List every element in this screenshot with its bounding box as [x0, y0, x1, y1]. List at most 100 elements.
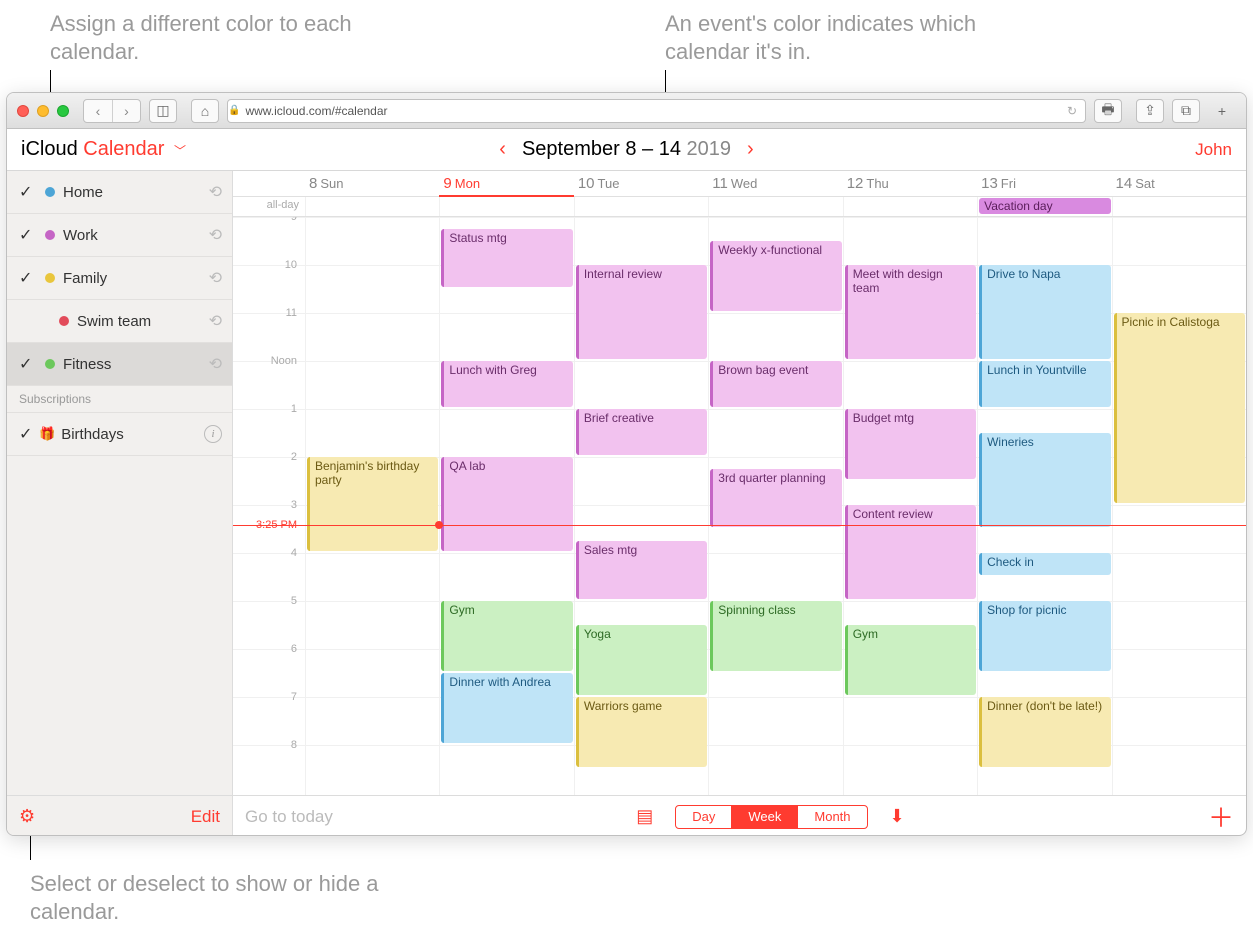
calendar-event[interactable]: Dinner (don't be late!) [979, 697, 1110, 767]
zoom-window-button[interactable] [57, 105, 69, 117]
share-icon[interactable]: ⟲ [209, 268, 222, 288]
calendar-event[interactable]: QA lab [441, 457, 572, 551]
next-week-button[interactable]: › [747, 138, 754, 161]
allday-event[interactable]: Vacation day [979, 198, 1110, 214]
day-header[interactable]: 11 Wed [708, 171, 842, 196]
calendar-event[interactable]: Brown bag event [710, 361, 841, 407]
tabs-button[interactable]: ⧉ [1172, 99, 1200, 123]
back-button[interactable]: ‹ [84, 100, 112, 122]
gear-icon[interactable]: ⚙ [19, 806, 35, 827]
calendar-event[interactable]: Warriors game [576, 697, 707, 767]
allday-cell[interactable]: Vacation day [977, 197, 1111, 216]
calendar-event[interactable]: Lunch in Yountville [979, 361, 1110, 407]
sidebar-calendar-item[interactable]: ✓ Work ⟲ [7, 214, 232, 257]
calendar-event[interactable]: Spinning class [710, 601, 841, 671]
day-header[interactable]: 14 Sat [1112, 171, 1246, 196]
app-title[interactable]: iCloud Calendar ﹀ [21, 138, 186, 161]
hour-label: 4 [233, 547, 305, 559]
day-header[interactable]: 9 Mon [439, 171, 573, 197]
calendar-color-dot [59, 316, 69, 326]
reload-icon[interactable]: ↻ [1067, 104, 1085, 118]
share-button[interactable]: ⇪ [1136, 99, 1164, 123]
view-month[interactable]: Month [797, 806, 866, 828]
calendar-event[interactable]: Budget mtg [845, 409, 976, 479]
calendar-event[interactable]: Sales mtg [576, 541, 707, 599]
calendar-checkbox[interactable]: ✓ [19, 225, 37, 245]
calendar-event[interactable]: Weekly x-functional [710, 241, 841, 311]
gift-icon: 🎁 [39, 426, 55, 442]
calendar-event[interactable]: Brief creative [576, 409, 707, 455]
calendar-event[interactable]: Lunch with Greg [441, 361, 572, 407]
calendar-event[interactable]: Wineries [979, 433, 1110, 527]
allday-cell[interactable] [1112, 197, 1246, 216]
view-week[interactable]: Week [731, 806, 797, 828]
calendar-event[interactable]: Yoga [576, 625, 707, 695]
share-icon[interactable]: ⟲ [209, 311, 222, 331]
calendar-event[interactable]: Picnic in Calistoga [1114, 313, 1245, 503]
sidebar-subscription-item[interactable]: ✓ 🎁 Birthdays i [7, 413, 232, 456]
calendar-event[interactable]: Shop for picnic [979, 601, 1110, 671]
calendar-event[interactable]: Internal review [576, 265, 707, 359]
day-column[interactable]: Benjamin's birthday party [305, 217, 439, 795]
day-column[interactable]: Internal review Brief creative Sales mtg Yo… [574, 217, 708, 795]
calendar-event[interactable]: Content review [845, 505, 976, 599]
calendar-event[interactable]: 3rd quarter planning [710, 469, 841, 527]
sidebar-toggle-button[interactable]: ◫ [149, 99, 177, 123]
calendar-event[interactable]: Meet with design team [845, 265, 976, 359]
callout-top-right: An event's color indicates which calenda… [665, 10, 1005, 66]
day-column[interactable]: Weekly x-functional Brown bag event 3rd qu… [708, 217, 842, 795]
sidebar-calendar-item[interactable]: ✓ Family ⟲ [7, 257, 232, 300]
day-column[interactable]: Meet with design team Budget mtg Content r… [843, 217, 977, 795]
sidebar-calendar-item[interactable]: Swim team ⟲ [7, 300, 232, 343]
share-icon[interactable]: ⟲ [209, 354, 222, 374]
calendar-event[interactable]: Benjamin's birthday party [307, 457, 438, 551]
calendar-event[interactable]: Status mtg [441, 229, 572, 287]
hour-grid[interactable]: 91011Noon12345678 Benjamin's birthday pa… [233, 217, 1246, 795]
calendar-event[interactable]: Gym [441, 601, 572, 671]
print-button[interactable]: 🖶 [1094, 99, 1122, 123]
new-tab-button[interactable]: + [1208, 99, 1236, 123]
allday-cell[interactable] [708, 197, 842, 216]
day-column[interactable]: Picnic in Calistoga [1112, 217, 1246, 795]
minimize-window-button[interactable] [37, 105, 49, 117]
sidebar-calendar-item[interactable]: ✓ Fitness ⟲ [7, 343, 232, 386]
calendar-checkbox[interactable]: ✓ [19, 182, 37, 202]
view-day[interactable]: Day [676, 806, 731, 828]
calendar-event[interactable]: Drive to Napa [979, 265, 1110, 359]
forward-button[interactable]: › [112, 100, 140, 122]
calendar-checkbox[interactable]: ✓ [19, 268, 37, 288]
now-label: 3:25 PM [233, 519, 305, 531]
reader-button[interactable]: ⌂ [191, 99, 219, 123]
calendar-event[interactable]: Dinner with Andrea [441, 673, 572, 743]
edit-button[interactable]: Edit [191, 807, 220, 827]
allday-cell[interactable] [843, 197, 977, 216]
calendar-list: ✓ Home ⟲✓ Work ⟲✓ Family ⟲ Swim team ⟲✓ … [7, 171, 232, 795]
allday-cell[interactable] [574, 197, 708, 216]
calendar-event[interactable]: Check in [979, 553, 1110, 575]
prev-week-button[interactable]: ‹ [499, 138, 506, 161]
share-icon[interactable]: ⟲ [209, 182, 222, 202]
add-event-button[interactable]: ＋ [1208, 798, 1234, 835]
day-header[interactable]: 8 Sun [305, 171, 439, 196]
calendar-checkbox[interactable]: ✓ [19, 354, 37, 374]
download-icon[interactable]: ⬇ [880, 806, 915, 827]
calendar-checkbox[interactable]: ✓ [19, 424, 37, 444]
day-column[interactable]: Drive to NapaLunch in Yountville Wineries… [977, 217, 1111, 795]
day-column[interactable]: Status mtg Lunch with Greg QA lab GymDinner… [439, 217, 573, 795]
close-window-button[interactable] [17, 105, 29, 117]
allday-cell[interactable] [439, 197, 573, 216]
day-header[interactable]: 12 Thu [843, 171, 977, 196]
url-field[interactable]: 🔒 www.icloud.com/#calendar ↻ [227, 99, 1086, 123]
allday-cell[interactable] [305, 197, 439, 216]
list-view-icon[interactable]: ▤ [626, 806, 663, 827]
user-name[interactable]: John [1195, 140, 1232, 160]
info-icon[interactable]: i [204, 425, 222, 443]
allday-label: all-day [233, 197, 305, 216]
sidebar-calendar-item[interactable]: ✓ Home ⟲ [7, 171, 232, 214]
day-header[interactable]: 10 Tue [574, 171, 708, 196]
share-icon[interactable]: ⟲ [209, 225, 222, 245]
calendar-event[interactable]: Gym [845, 625, 976, 695]
go-to-today[interactable]: Go to today [245, 807, 333, 827]
calendar-name: Family [63, 270, 107, 287]
day-header[interactable]: 13 Fri [977, 171, 1111, 196]
